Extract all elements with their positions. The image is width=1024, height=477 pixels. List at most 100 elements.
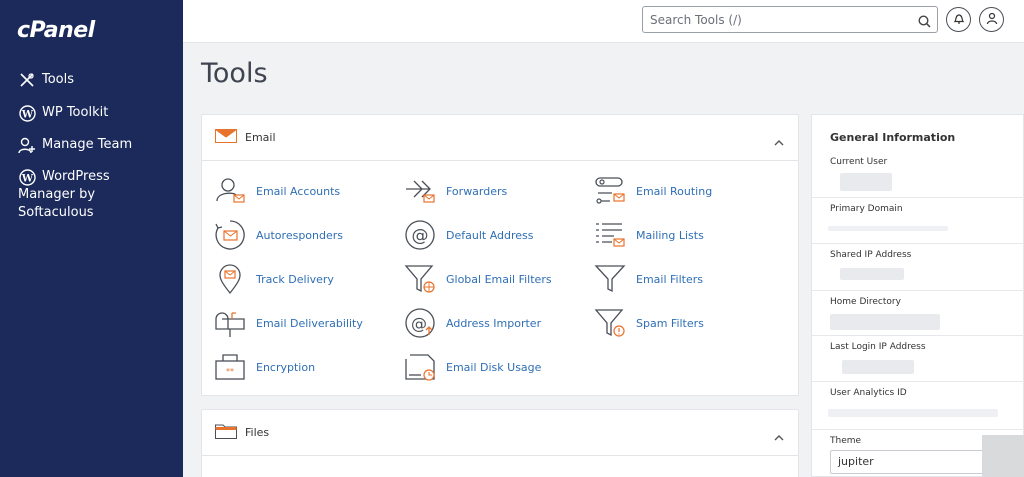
tool-label: Email Deliverability: [256, 316, 363, 330]
autoresponders-icon: [214, 219, 246, 251]
sidebar: cPanel Tools W WP Toolkit Manage Team W …: [0, 0, 183, 477]
user-icon: [986, 10, 998, 29]
panel-title: Files: [245, 426, 270, 439]
pixelated-overlay: [982, 435, 1024, 477]
tool-label: Forwarders: [446, 184, 508, 198]
tool-label: Email Routing: [636, 184, 713, 198]
sidebar-item-wordpress-manager[interactable]: W WordPress Manager by Softaculous: [18, 168, 168, 222]
tool-default-address[interactable]: @ Default Address: [404, 219, 534, 251]
info-row-home-directory: Home Directory: [812, 290, 1024, 330]
tool-mailing-lists[interactable]: Mailing Lists: [594, 219, 704, 251]
redacted-value: [842, 360, 914, 374]
tool-label: Email Filters: [636, 272, 703, 286]
track-delivery-icon: [214, 263, 246, 295]
info-label: Primary Domain: [830, 204, 903, 214]
tool-label: Encryption: [256, 360, 316, 374]
forwarders-icon: [404, 175, 436, 207]
notifications-button[interactable]: [946, 7, 971, 32]
address-importer-icon: @: [404, 307, 436, 339]
tool-label: Spam Filters: [636, 316, 704, 330]
wordpress-icon: W: [18, 104, 36, 122]
tool-label: Address Importer: [446, 316, 542, 330]
envelope-icon: [215, 128, 237, 147]
redacted-value: [828, 409, 998, 417]
email-deliverability-icon: [214, 307, 246, 339]
tool-label: Autoresponders: [256, 228, 344, 242]
email-filters-icon: [594, 263, 626, 295]
folder-icon: [215, 423, 237, 443]
email-accounts-icon: [214, 175, 246, 207]
tool-email-routing[interactable]: Email Routing: [594, 175, 712, 207]
wordpress-icon: W: [18, 168, 36, 186]
files-panel: Files: [201, 409, 799, 477]
info-label: User Analytics ID: [830, 388, 907, 398]
svg-text:@: @: [412, 226, 429, 246]
email-routing-icon: [594, 175, 626, 207]
info-row-user-analytics-id: User Analytics ID: [812, 381, 1024, 417]
chevron-up-icon[interactable]: [774, 131, 784, 150]
sidebar-item-wp-toolkit[interactable]: W WP Toolkit: [18, 104, 108, 122]
svg-text:W: W: [20, 173, 33, 184]
default-address-icon: @: [404, 219, 436, 251]
info-row-last-login-ip: Last Login IP Address: [812, 335, 1024, 374]
sidebar-item-tools[interactable]: Tools: [18, 71, 74, 89]
tool-label: Email Accounts: [256, 184, 341, 198]
tool-autoresponders[interactable]: Autoresponders: [214, 219, 343, 251]
encryption-icon: **: [214, 351, 246, 383]
redacted-value: [840, 173, 892, 191]
info-label: Last Login IP Address: [830, 342, 926, 352]
svg-text:W: W: [20, 109, 33, 120]
tool-forwarders[interactable]: Forwarders: [404, 175, 507, 207]
svg-text:**: **: [226, 367, 234, 376]
global-email-filters-icon: [404, 263, 436, 295]
sidebar-item-label: Manage Team: [42, 137, 133, 152]
redacted-value: [840, 268, 904, 280]
tool-email-deliverability[interactable]: Email Deliverability: [214, 307, 363, 339]
tool-address-importer[interactable]: @ Address Importer: [404, 307, 541, 339]
redacted-value: [828, 226, 948, 231]
info-row-theme: Theme jupiter: [812, 429, 1024, 474]
general-information-panel: General Information Current User Primary…: [811, 114, 1024, 477]
search-input[interactable]: [643, 7, 903, 32]
search-icon[interactable]: [918, 13, 931, 32]
tool-email-filters[interactable]: Email Filters: [594, 263, 703, 295]
mailing-lists-icon: [594, 219, 626, 251]
general-information-title: General Information: [830, 131, 956, 144]
sidebar-item-manage-team[interactable]: Manage Team: [18, 136, 132, 154]
info-row-primary-domain: Primary Domain: [812, 197, 1024, 231]
tool-encryption[interactable]: ** Encryption: [214, 351, 315, 383]
files-panel-header[interactable]: Files: [202, 410, 798, 456]
svg-text:@: @: [411, 314, 427, 333]
redacted-value: [830, 314, 940, 330]
info-label: Current User: [830, 157, 888, 167]
tool-label: Default Address: [446, 228, 534, 242]
page-title: Tools: [201, 58, 268, 89]
info-label: Shared IP Address: [830, 250, 912, 260]
tool-email-accounts[interactable]: Email Accounts: [214, 175, 340, 207]
cpanel-logo[interactable]: cPanel: [17, 18, 95, 43]
info-label: Home Directory: [830, 297, 901, 307]
tool-global-email-filters[interactable]: Global Email Filters: [404, 263, 552, 295]
email-panel-header[interactable]: Email: [202, 115, 798, 161]
tool-spam-filters[interactable]: Spam Filters: [594, 307, 704, 339]
email-disk-usage-icon: [404, 351, 436, 383]
tool-label: Global Email Filters: [446, 272, 552, 286]
email-panel: Email Email Accounts Forwarders Email Ro…: [201, 114, 799, 396]
tool-track-delivery[interactable]: Track Delivery: [214, 263, 334, 295]
sidebar-item-label: Tools: [42, 72, 75, 87]
search-box[interactable]: [642, 6, 938, 33]
tool-label: Track Delivery: [256, 272, 334, 286]
info-row-shared-ip: Shared IP Address: [812, 243, 1024, 280]
user-menu-button[interactable]: [979, 7, 1004, 32]
chevron-up-icon[interactable]: [774, 426, 784, 445]
team-icon: [18, 136, 36, 154]
top-bar: [183, 0, 1024, 43]
bell-icon: [953, 10, 965, 29]
sidebar-item-label: WP Toolkit: [42, 105, 109, 120]
tools-icon: [18, 71, 36, 89]
panel-title: Email: [245, 131, 276, 144]
info-label: Theme: [830, 436, 862, 446]
tool-email-disk-usage[interactable]: Email Disk Usage: [404, 351, 541, 383]
tool-label: Mailing Lists: [636, 228, 704, 242]
spam-filters-icon: [594, 307, 626, 339]
